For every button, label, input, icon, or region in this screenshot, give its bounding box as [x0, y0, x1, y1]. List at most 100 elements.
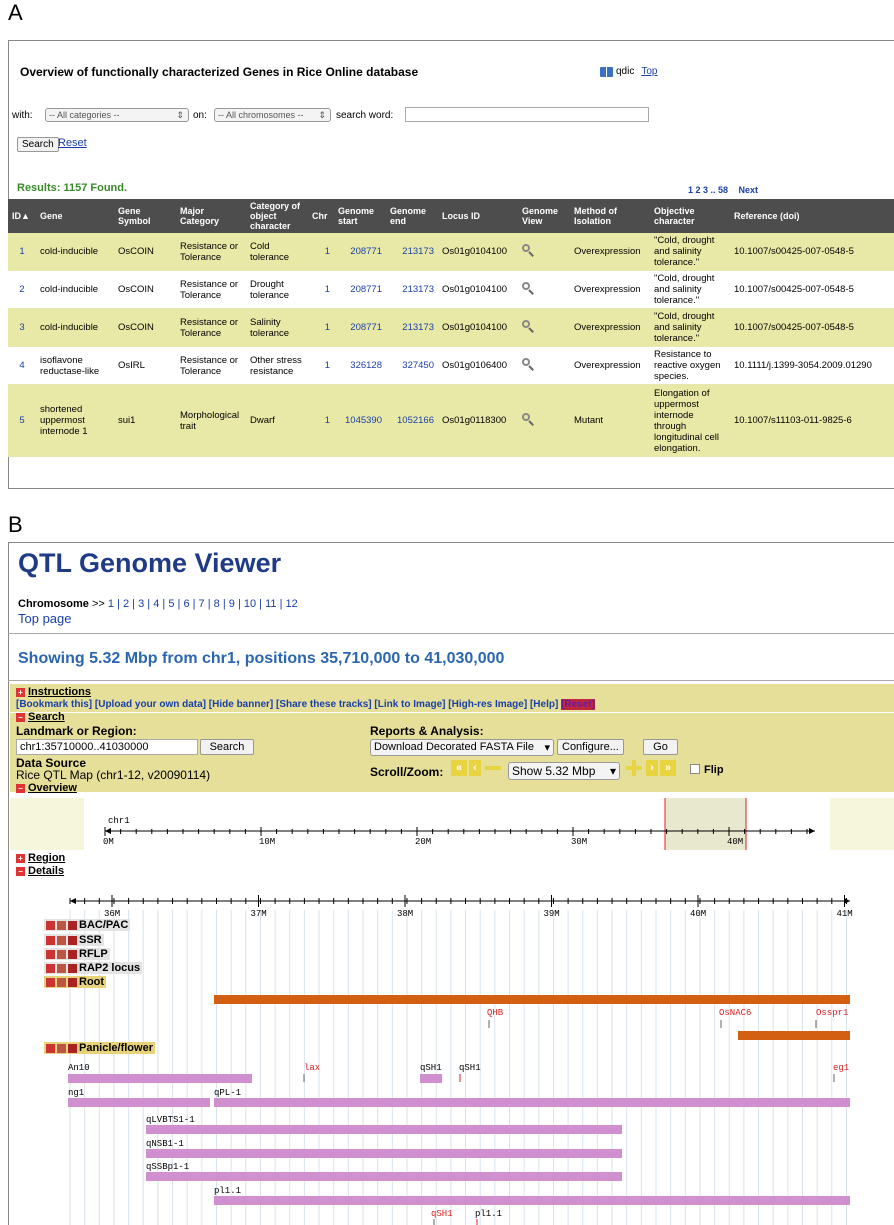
- zoom-out-icon[interactable]: [483, 760, 503, 776]
- row-objective: "Cold, drought and salinity tolerance.": [650, 233, 730, 271]
- chromosome-link-11[interactable]: 11: [265, 598, 276, 610]
- instructions-section[interactable]: + Instructions: [16, 686, 91, 698]
- row-view[interactable]: [518, 346, 570, 385]
- help-icon[interactable]: [68, 949, 77, 959]
- region-section[interactable]: + Region: [16, 852, 65, 864]
- panicle-label-ng1: ng1: [68, 1088, 84, 1098]
- scroll-left-far-icon[interactable]: «: [451, 760, 467, 776]
- reset-link[interactable]: Reset: [58, 137, 87, 149]
- landmark-input[interactable]: chr1:35710000..41030000: [16, 739, 198, 755]
- row-objective: Resistance to reactive oxygen species.: [650, 346, 730, 385]
- row-view[interactable]: [518, 233, 570, 271]
- collapse-icon[interactable]: [46, 963, 55, 973]
- row-start[interactable]: 326128: [334, 346, 386, 385]
- row-end[interactable]: 1052166: [386, 384, 438, 457]
- reports-select[interactable]: Download Decorated FASTA File ▾: [370, 739, 554, 756]
- next-link[interactable]: Next: [739, 185, 759, 195]
- magnifier-icon[interactable]: [522, 413, 535, 426]
- chromosome-link-12[interactable]: 12: [286, 598, 298, 610]
- search-button[interactable]: Search: [17, 137, 59, 152]
- row-major: Resistance or Tolerance: [176, 346, 246, 385]
- collapse-icon[interactable]: [46, 1043, 55, 1053]
- row-locus: Os01g0104100: [438, 308, 518, 347]
- chromosome-link-10[interactable]: 10: [244, 598, 256, 610]
- help-icon[interactable]: [68, 935, 77, 945]
- share-icon[interactable]: [57, 963, 66, 973]
- panicle-label-eg1: eg1: [833, 1063, 849, 1073]
- top-page-link[interactable]: Top page: [18, 611, 72, 626]
- collapse-icon[interactable]: [46, 935, 55, 945]
- row-id: 4: [8, 346, 36, 385]
- row-end[interactable]: 213173: [386, 308, 438, 347]
- reset-tag[interactable]: [Reset]: [561, 699, 595, 710]
- row-view[interactable]: [518, 308, 570, 347]
- scroll-right-far-icon[interactable]: »: [660, 760, 676, 776]
- magnifier-icon[interactable]: [522, 244, 535, 257]
- collapse-icon[interactable]: [46, 949, 55, 959]
- row-start[interactable]: 208771: [334, 308, 386, 347]
- track-header-ssr[interactable]: SSR: [44, 934, 104, 946]
- col-id[interactable]: ID▲: [8, 199, 36, 233]
- track-header-rflp[interactable]: RFLP: [44, 948, 110, 960]
- collapse-icon[interactable]: [46, 977, 55, 987]
- top-link[interactable]: Top: [641, 66, 657, 77]
- detail-tick-label: 38M: [397, 909, 413, 919]
- share-icon[interactable]: [57, 1043, 66, 1053]
- magnifier-icon[interactable]: [522, 320, 535, 333]
- row-end[interactable]: 213173: [386, 270, 438, 309]
- pagination-pages[interactable]: 1 2 3 .. 58: [688, 185, 728, 195]
- share-icon[interactable]: [57, 935, 66, 945]
- collapse-icon[interactable]: −: [16, 866, 25, 876]
- collapse-icon[interactable]: [46, 920, 55, 930]
- table-header-row: ID▲ Gene Gene Symbol Major Category Cate…: [8, 199, 894, 233]
- row-view[interactable]: [518, 270, 570, 309]
- overview-track[interactable]: 0M 10M 20M 30M 40M chr1: [10, 796, 894, 852]
- share-icon[interactable]: [57, 949, 66, 959]
- row-end[interactable]: 327450: [386, 346, 438, 385]
- magnifier-icon[interactable]: [522, 358, 535, 371]
- zoom-in-icon[interactable]: [624, 760, 644, 776]
- row-start[interactable]: 208771: [334, 270, 386, 309]
- expand-icon[interactable]: +: [16, 687, 25, 697]
- configure-button[interactable]: Configure...: [557, 739, 624, 755]
- track-header-panicle-flower[interactable]: Panicle/flower: [44, 1042, 155, 1054]
- row-method: Mutant: [570, 384, 650, 457]
- panicle-feature-bar: [146, 1125, 622, 1134]
- chromosome-select[interactable]: -- All chromosomes -- ⇕: [214, 108, 331, 122]
- qdic-link-group[interactable]: qdic Top: [600, 66, 657, 77]
- magnifier-icon[interactable]: [522, 282, 535, 295]
- track-header-bac-pac[interactable]: BAC/PAC: [44, 919, 131, 931]
- track-header-root[interactable]: Root: [44, 976, 107, 988]
- share-icon[interactable]: [57, 977, 66, 987]
- zoom-select[interactable]: Show 5.32 Mbp ▾: [508, 762, 620, 780]
- go-button[interactable]: Go: [643, 739, 678, 755]
- row-start[interactable]: 1045390: [334, 384, 386, 457]
- track-header-rap2-locus[interactable]: RAP2 locus: [44, 962, 143, 974]
- panicle-feature-bar: [420, 1074, 442, 1083]
- row-end[interactable]: 213173: [386, 233, 438, 271]
- results-count: Results: 1157 Found.: [17, 182, 128, 194]
- flip-checkbox[interactable]: [690, 764, 700, 774]
- collapse-icon[interactable]: −: [16, 783, 25, 793]
- help-icon[interactable]: [68, 963, 77, 973]
- help-icon[interactable]: [68, 977, 77, 987]
- share-icon[interactable]: [57, 920, 66, 930]
- collapse-icon[interactable]: −: [16, 712, 25, 722]
- row-symbol: OsCOIN: [114, 233, 176, 271]
- landmark-search-button[interactable]: Search: [200, 739, 254, 755]
- details-section[interactable]: − Details: [16, 865, 64, 877]
- row-view[interactable]: [518, 384, 570, 457]
- search-section[interactable]: − Search: [16, 711, 65, 723]
- expand-icon[interactable]: +: [16, 853, 25, 863]
- row-ref: 10.1007/s11103-011-9825-6: [730, 384, 894, 457]
- scroll-right-icon[interactable]: ›: [646, 760, 658, 776]
- overview-section[interactable]: − Overview: [16, 782, 77, 794]
- search-word-input[interactable]: [405, 107, 649, 122]
- help-icon[interactable]: [68, 920, 77, 930]
- scroll-left-icon[interactable]: ‹: [469, 760, 481, 776]
- links-bar[interactable]: [Bookmark this] [Upload your own data] […: [16, 699, 595, 710]
- row-start[interactable]: 208771: [334, 233, 386, 271]
- help-icon[interactable]: [68, 1043, 77, 1053]
- category-select[interactable]: -- All categories -- ⇕: [45, 108, 189, 122]
- track-label: RFLP: [79, 948, 108, 960]
